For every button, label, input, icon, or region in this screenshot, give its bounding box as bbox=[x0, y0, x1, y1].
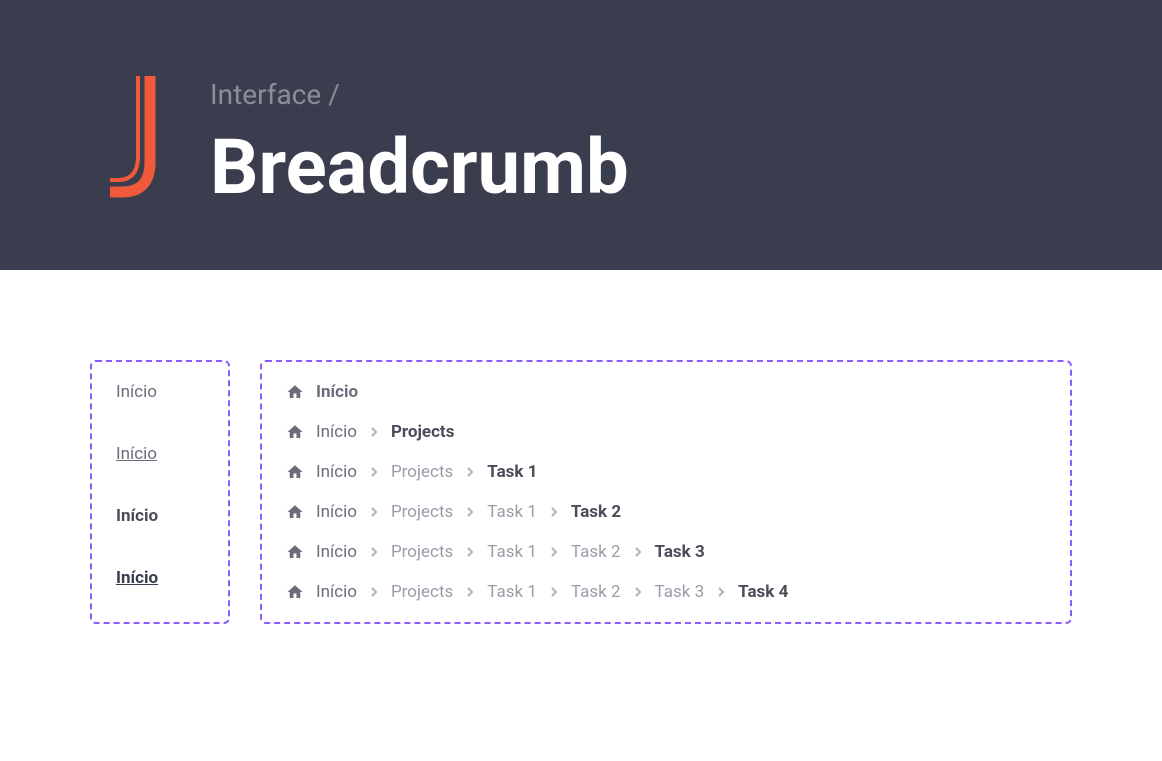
breadcrumb-item[interactable]: Projects bbox=[391, 542, 453, 562]
breadcrumb-row: Início Projects Task 1 bbox=[286, 462, 1046, 482]
breadcrumb-item[interactable]: Task 1 bbox=[487, 502, 537, 522]
variant-underline[interactable]: Início bbox=[116, 444, 204, 464]
breadcrumb-row: Início Projects Task 1 Task 2 Task 3 Task 4 bbox=[286, 582, 1046, 602]
variant-plain[interactable]: Início bbox=[116, 382, 204, 402]
breadcrumb-item[interactable]: Task 1 bbox=[487, 582, 537, 602]
home-icon[interactable] bbox=[286, 423, 304, 441]
header-text-block: Interface / Breadcrumb bbox=[210, 70, 629, 205]
chevron-right-icon bbox=[369, 587, 379, 597]
chevron-right-icon bbox=[369, 507, 379, 517]
home-icon[interactable] bbox=[286, 583, 304, 601]
logo-j-icon bbox=[90, 70, 170, 210]
chevron-right-icon bbox=[549, 547, 559, 557]
chevron-right-icon bbox=[465, 547, 475, 557]
chevron-right-icon bbox=[465, 507, 475, 517]
chevron-right-icon bbox=[633, 587, 643, 597]
breadcrumb-item[interactable]: Task 2 bbox=[571, 542, 621, 562]
chevron-right-icon bbox=[716, 587, 726, 597]
breadcrumb-item[interactable]: Início bbox=[316, 462, 357, 482]
breadcrumb-item: Início bbox=[316, 382, 358, 402]
home-icon[interactable] bbox=[286, 463, 304, 481]
breadcrumb-row: Início Projects Task 1 Task 2 bbox=[286, 502, 1046, 522]
breadcrumb-item[interactable]: Início bbox=[316, 422, 357, 442]
breadcrumb-item[interactable]: Início bbox=[316, 582, 357, 602]
chevron-right-icon bbox=[549, 587, 559, 597]
breadcrumb-row: Início bbox=[286, 382, 1046, 402]
breadcrumb-item: Task 3 bbox=[655, 542, 705, 562]
page-title: Breadcrumb bbox=[210, 129, 629, 205]
breadcrumb-item[interactable]: Task 3 bbox=[655, 582, 705, 602]
home-icon[interactable] bbox=[286, 383, 304, 401]
chevron-right-icon bbox=[465, 587, 475, 597]
breadcrumb-row: Início Projects Task 1 Task 2 Task 3 bbox=[286, 542, 1046, 562]
content-area: Início Início Início Início InícioInício… bbox=[0, 270, 1162, 624]
chevron-right-icon bbox=[369, 427, 379, 437]
examples-box: Início Início Projects Início Projects Task 1… bbox=[260, 360, 1072, 624]
header-category: Interface / bbox=[210, 78, 629, 111]
chevron-right-icon bbox=[465, 467, 475, 477]
breadcrumb-item[interactable]: Início bbox=[316, 502, 357, 522]
breadcrumb-item: Task 2 bbox=[571, 502, 621, 522]
chevron-right-icon bbox=[549, 507, 559, 517]
breadcrumb-item[interactable]: Início bbox=[316, 542, 357, 562]
chevron-right-icon bbox=[633, 547, 643, 557]
breadcrumb-row: Início Projects bbox=[286, 422, 1046, 442]
variant-bold-underline[interactable]: Início bbox=[116, 568, 204, 588]
page-header: Interface / Breadcrumb bbox=[0, 0, 1162, 270]
breadcrumb-item[interactable]: Projects bbox=[391, 502, 453, 522]
breadcrumb-item: Projects bbox=[391, 422, 454, 442]
variant-bold[interactable]: Início bbox=[116, 506, 204, 526]
home-icon[interactable] bbox=[286, 543, 304, 561]
chevron-right-icon bbox=[369, 547, 379, 557]
breadcrumb-item[interactable]: Projects bbox=[391, 462, 453, 482]
breadcrumb-item: Task 1 bbox=[487, 462, 537, 482]
breadcrumb-item[interactable]: Projects bbox=[391, 582, 453, 602]
chevron-right-icon bbox=[369, 467, 379, 477]
breadcrumb-item[interactable]: Task 1 bbox=[487, 542, 537, 562]
home-icon[interactable] bbox=[286, 503, 304, 521]
breadcrumb-item: Task 4 bbox=[738, 582, 788, 602]
variants-box: Início Início Início Início bbox=[90, 360, 230, 624]
breadcrumb-item[interactable]: Task 2 bbox=[571, 582, 621, 602]
